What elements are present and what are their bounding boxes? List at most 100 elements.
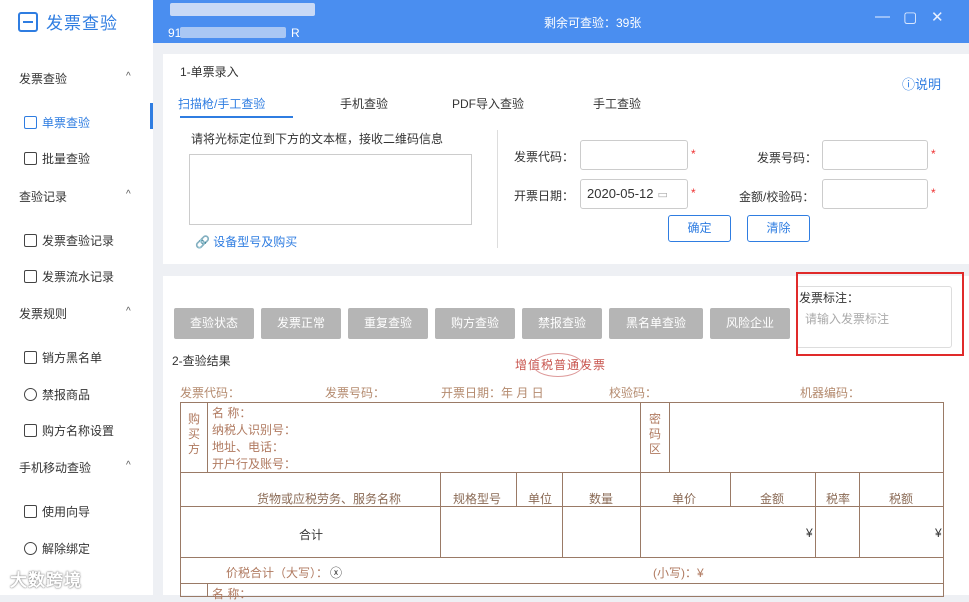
sidebar-group-rules[interactable]: 发票规则 bbox=[19, 305, 67, 322]
col-tax-amount: 税额 bbox=[889, 492, 914, 506]
unbind-icon bbox=[24, 542, 37, 555]
hdr-issue-date: 开票日期：年 月 日 bbox=[441, 386, 544, 400]
single-entry-panel: 1-单票录入 ⓘ说明 扫描枪/手工查验 手机查验 PDF导入查验 手工查验 请将… bbox=[163, 54, 969, 264]
seller-name-label: 名 称： bbox=[212, 587, 252, 601]
invoice-logo-icon bbox=[18, 11, 38, 32]
divider bbox=[669, 402, 670, 472]
col-spec: 规格型号 bbox=[453, 492, 502, 506]
divider bbox=[730, 472, 731, 506]
list-icon bbox=[24, 351, 37, 364]
active-tab-underline bbox=[180, 116, 293, 118]
sidebar-item-label: 销方黑名单 bbox=[42, 351, 103, 365]
sidebar-item-label: 单票查验 bbox=[42, 116, 91, 130]
chevron-up-icon[interactable]: ^ bbox=[126, 306, 131, 317]
invoice-number-input[interactable] bbox=[822, 140, 928, 170]
settings-sliders-icon bbox=[24, 424, 37, 437]
divider bbox=[859, 472, 860, 557]
sidebar-item-label: 禁报商品 bbox=[42, 388, 91, 402]
issue-date-label: 开票日期： bbox=[514, 189, 575, 203]
remaining-count: 剩余可查验：39张 bbox=[544, 16, 642, 30]
buyer-check-button[interactable]: 购方查验 bbox=[435, 308, 515, 339]
divider bbox=[497, 130, 498, 248]
tab-manual[interactable]: 手工查验 bbox=[593, 95, 641, 112]
tab-mobile[interactable]: 手机查验 bbox=[340, 95, 388, 112]
chevron-up-icon[interactable]: ^ bbox=[126, 71, 131, 82]
sidebar-item-label: 发票查验记录 bbox=[42, 234, 115, 248]
sidebar-item-seller-blacklist[interactable]: 销方黑名单 bbox=[24, 349, 102, 366]
invoice-code-input[interactable] bbox=[580, 140, 688, 170]
device-purchase-link[interactable]: 🔗 设备型号及购买 bbox=[195, 233, 297, 250]
divider bbox=[815, 472, 816, 557]
sidebar-item-single-check[interactable]: 单票查验 bbox=[24, 114, 90, 131]
sidebar-group-records[interactable]: 查验记录 bbox=[19, 188, 67, 205]
sidebar-item-guide[interactable]: 使用向导 bbox=[24, 503, 90, 520]
buyer-name-label: 名 称： bbox=[212, 406, 252, 420]
sidebar-item-batch-check[interactable]: 批量查验 bbox=[24, 150, 90, 167]
divider bbox=[516, 472, 517, 506]
edit-record-icon bbox=[24, 234, 37, 247]
batch-icon bbox=[24, 152, 37, 165]
blacklist-check-button[interactable]: 黑名单查验 bbox=[609, 308, 703, 339]
sidebar-item-buyer-name-settings[interactable]: 购方名称设置 bbox=[24, 422, 114, 439]
sidebar-item-flow-records[interactable]: 发票流水记录 bbox=[24, 268, 114, 285]
help-link[interactable]: ⓘ说明 bbox=[902, 74, 941, 93]
amount-checkcode-input[interactable] bbox=[822, 179, 928, 209]
total-amount-yen: ¥ bbox=[806, 526, 813, 540]
buyer-bank-label: 开户行及账号： bbox=[212, 457, 297, 471]
sidebar-group-invoice-check[interactable]: 发票查验 bbox=[19, 70, 67, 87]
issue-date-input[interactable]: 2020-05-12 ▭ bbox=[580, 179, 688, 209]
book-icon bbox=[24, 505, 37, 518]
col-quantity: 数量 bbox=[589, 492, 614, 506]
amount-label: 金额/校验码： bbox=[739, 190, 815, 204]
close-icon[interactable]: ✕ bbox=[931, 8, 944, 26]
active-indicator bbox=[150, 103, 153, 129]
col-amount: 金额 bbox=[760, 492, 785, 506]
calendar-icon: ▭ bbox=[657, 189, 668, 201]
col-unit: 单位 bbox=[528, 492, 553, 506]
chevron-up-icon[interactable]: ^ bbox=[126, 460, 131, 471]
risk-enterprise-button[interactable]: 风险企业 bbox=[710, 308, 790, 339]
col-goods: 货物或应税劳务、服务名称 bbox=[257, 492, 402, 506]
sidebar-group-mobile[interactable]: 手机移动查验 bbox=[19, 459, 91, 476]
sidebar-item-unbind[interactable]: 解除绑定 bbox=[24, 540, 90, 557]
app-title: 发票查验 bbox=[46, 14, 118, 33]
sidebar: 发票查验 ^ 单票查验 批量查验 查验记录 ^ 发票查验记录 发票流水记录 发票… bbox=[0, 43, 153, 595]
total-label: 合计 bbox=[299, 528, 324, 542]
required-mark: * bbox=[931, 186, 936, 200]
buyer-address-label: 地址、电话： bbox=[212, 440, 285, 454]
divider bbox=[562, 472, 563, 557]
note-highlight-box bbox=[796, 272, 964, 356]
required-mark: * bbox=[691, 147, 696, 161]
maximize-icon[interactable]: ▢ bbox=[903, 8, 917, 26]
required-mark: * bbox=[691, 186, 696, 200]
sidebar-item-check-records[interactable]: 发票查验记录 bbox=[24, 232, 114, 249]
sidebar-item-label: 购方名称设置 bbox=[42, 424, 115, 438]
normal-invoice-button[interactable]: 发票正常 bbox=[261, 308, 341, 339]
hdr-check-code: 校验码： bbox=[609, 386, 658, 400]
qr-input-area[interactable] bbox=[189, 154, 472, 225]
status-check-button[interactable]: 查验状态 bbox=[174, 308, 254, 339]
buyer-side-label: 购买方 bbox=[188, 412, 201, 456]
buyer-taxid-label: 纳税人识别号： bbox=[212, 423, 297, 437]
sidebar-item-label: 使用向导 bbox=[42, 505, 91, 519]
hdr-invoice-number: 发票号码： bbox=[325, 386, 386, 400]
hdr-machine-code: 机器编码： bbox=[800, 386, 861, 400]
app-brand: 发票查验 bbox=[0, 0, 153, 43]
tab-scanner[interactable]: 扫描枪/手工查验 bbox=[178, 95, 265, 112]
confirm-button[interactable]: 确定 bbox=[668, 215, 731, 242]
tab-pdf-import[interactable]: PDF导入查验 bbox=[452, 95, 524, 112]
divider bbox=[180, 583, 944, 584]
sidebar-item-banned-goods[interactable]: 禁报商品 bbox=[24, 386, 90, 403]
chevron-up-icon[interactable]: ^ bbox=[126, 189, 131, 200]
total-caps-label: 价税合计（大写）： bbox=[226, 566, 329, 580]
issue-date-value: 2020-05-12 bbox=[587, 186, 654, 201]
minimize-icon[interactable]: — bbox=[875, 8, 890, 25]
invoice-type-stamp: 增值税普通发票 bbox=[515, 353, 607, 377]
banned-check-button[interactable]: 禁报查验 bbox=[522, 308, 602, 339]
top-bar: 发票查验 911 R 剩余可查验：39张 — ▢ ✕ bbox=[0, 0, 969, 43]
col-unit-price: 单价 bbox=[672, 492, 697, 506]
clear-button[interactable]: 清除 bbox=[747, 215, 810, 242]
ledger-icon bbox=[24, 270, 37, 283]
watermark: 大数跨境 bbox=[10, 571, 82, 590]
duplicate-check-button[interactable]: 重复查验 bbox=[348, 308, 428, 339]
